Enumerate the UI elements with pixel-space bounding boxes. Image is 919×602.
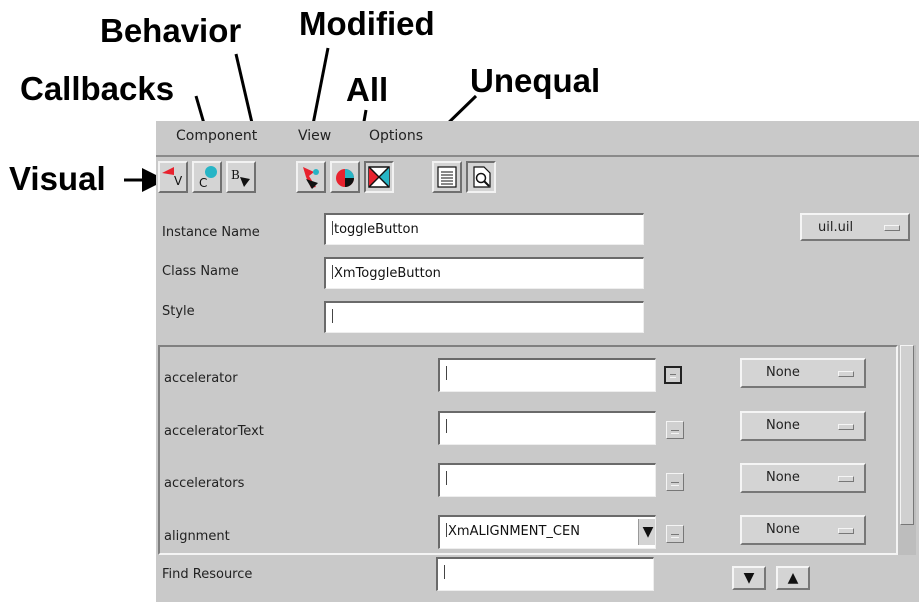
resource-mode-label: None xyxy=(766,365,800,380)
resource-list-panel: accelerator None acceleratorText None ac… xyxy=(158,345,898,555)
option-menu-indicator xyxy=(838,371,854,377)
resource-mode-option-menu[interactable]: None xyxy=(740,515,866,545)
text-cursor xyxy=(332,221,333,235)
resource-value-field[interactable] xyxy=(438,358,656,392)
list-icon xyxy=(437,166,457,188)
visual-icon: V xyxy=(162,167,183,188)
arrow-up-icon: ▲ xyxy=(787,570,799,586)
resource-name: alignment xyxy=(164,529,230,544)
callbacks-filter-button[interactable]: C xyxy=(192,161,222,193)
callbacks-icon-glyph: C xyxy=(199,176,207,190)
dropdown-arrow-icon[interactable]: ▼ xyxy=(638,519,655,545)
resource-list-scrollbar[interactable] xyxy=(898,345,916,555)
resource-name: accelerators xyxy=(164,476,245,491)
behavior-filter-button[interactable]: B xyxy=(226,161,256,193)
resource-mode-option-menu[interactable]: None xyxy=(740,463,866,493)
resource-name: acceleratorText xyxy=(164,424,264,439)
callbacks-icon: C xyxy=(199,166,217,190)
uil-file-option-label: uil.uil xyxy=(818,220,854,235)
callout-callbacks: Callbacks xyxy=(20,70,175,107)
resource-edit-button[interactable] xyxy=(666,473,684,491)
arrow-down-icon: ▼ xyxy=(743,570,755,586)
visual-filter-button[interactable]: V xyxy=(158,161,188,193)
resource-name: accelerator xyxy=(164,371,238,386)
resource-mode-label: None xyxy=(766,470,800,485)
option-menu-indicator xyxy=(838,528,854,534)
unequal-filter-button[interactable] xyxy=(364,161,394,193)
callout-behavior: Behavior xyxy=(100,12,242,49)
menu-component[interactable]: Component xyxy=(176,128,257,144)
callout-all: All xyxy=(346,71,389,108)
text-cursor xyxy=(446,419,447,433)
menu-options[interactable]: Options xyxy=(369,128,423,144)
text-cursor xyxy=(446,471,447,485)
class-name-value: XmToggleButton xyxy=(334,266,441,281)
toolbar: V C B xyxy=(156,159,919,201)
menu-view[interactable]: View xyxy=(298,128,331,144)
resource-edit-button[interactable] xyxy=(666,421,684,439)
option-menu-indicator xyxy=(838,424,854,430)
style-field[interactable] xyxy=(324,301,644,333)
behavior-icon-glyph: B xyxy=(231,168,240,182)
resource-mode-label: None xyxy=(766,418,800,433)
list-view-button[interactable] xyxy=(432,161,462,193)
text-cursor xyxy=(332,265,333,279)
menu-bar: Component View Options xyxy=(156,121,919,157)
all-filter-button[interactable] xyxy=(330,161,360,193)
resource-value-field[interactable] xyxy=(438,463,656,497)
class-name-field[interactable]: XmToggleButton xyxy=(324,257,644,289)
instance-name-label: Instance Name xyxy=(162,225,260,240)
option-menu-indicator xyxy=(884,225,900,231)
inspect-view-button[interactable] xyxy=(466,161,496,193)
visual-icon-glyph: V xyxy=(174,174,183,188)
resource-edit-button[interactable] xyxy=(666,525,684,543)
instance-name-value: toggleButton xyxy=(334,222,419,237)
find-resource-field[interactable] xyxy=(436,557,654,591)
resource-mode-option-menu[interactable]: None xyxy=(740,411,866,441)
text-cursor xyxy=(332,309,333,323)
text-cursor xyxy=(446,523,447,537)
callout-modified: Modified xyxy=(299,5,435,42)
resource-value: XmALIGNMENT_CEN xyxy=(448,524,580,539)
all-icon xyxy=(336,169,354,187)
style-label: Style xyxy=(162,304,195,319)
find-resource-label: Find Resource xyxy=(162,567,253,582)
resource-editor-window: Component View Options V C B Instance Na… xyxy=(156,121,919,602)
inspect-icon xyxy=(473,166,491,188)
modified-filter-button[interactable] xyxy=(296,161,326,193)
find-next-button[interactable]: ▼ xyxy=(732,566,766,590)
instance-name-field[interactable]: toggleButton xyxy=(324,213,644,245)
resource-mode-option-menu[interactable]: None xyxy=(740,358,866,388)
callout-visual: Visual xyxy=(9,160,106,197)
resource-mode-label: None xyxy=(766,522,800,537)
option-menu-indicator xyxy=(838,476,854,482)
uil-file-option-menu[interactable]: uil.uil xyxy=(800,213,910,241)
behavior-icon: B xyxy=(231,168,250,187)
resource-edit-button[interactable] xyxy=(664,366,682,384)
class-name-label: Class Name xyxy=(162,264,239,279)
resource-value-combo[interactable]: XmALIGNMENT_CEN ▼ xyxy=(438,515,656,549)
text-cursor xyxy=(444,565,445,579)
text-cursor xyxy=(446,366,447,380)
find-previous-button[interactable]: ▲ xyxy=(776,566,810,590)
resource-value-field[interactable] xyxy=(438,411,656,445)
callout-unequal: Unequal xyxy=(470,62,601,99)
scrollbar-thumb[interactable] xyxy=(900,345,914,525)
unequal-icon xyxy=(368,166,390,188)
modified-icon xyxy=(303,167,319,189)
